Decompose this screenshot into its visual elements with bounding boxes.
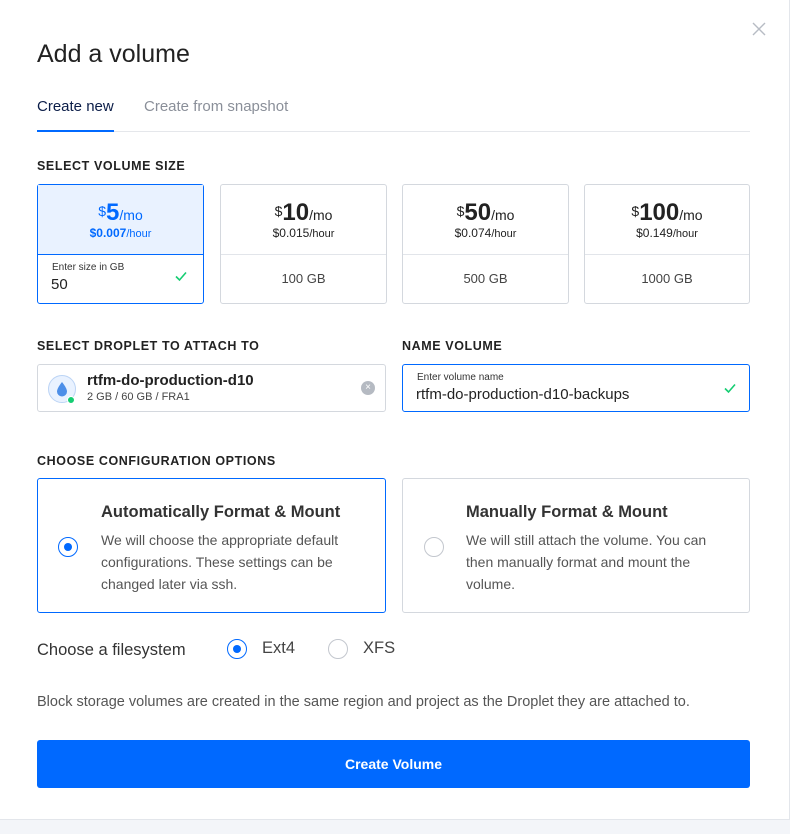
- size-input[interactable]: [51, 276, 171, 293]
- config-option-title: Manually Format & Mount: [466, 503, 668, 521]
- volume-name-field[interactable]: Enter volume name: [402, 364, 750, 412]
- config-option-description: We will still attach the volume. You can…: [466, 532, 707, 592]
- size-gb: 500 GB: [463, 271, 508, 286]
- background-page-edge: [790, 0, 800, 834]
- divider: [585, 254, 749, 255]
- radio-manual-format[interactable]: [424, 537, 444, 557]
- volume-name-input[interactable]: [416, 386, 706, 403]
- droplet-select[interactable]: rtfm-do-production-d10 2 GB / 60 GB / FR…: [37, 364, 386, 412]
- config-option-title: Automatically Format & Mount: [101, 503, 341, 521]
- hourly-price: $0.074/hour: [454, 226, 517, 240]
- tab-bar: Create new Create from snapshot: [37, 96, 750, 132]
- divider: [38, 254, 203, 255]
- create-volume-button[interactable]: Create Volume: [37, 740, 750, 788]
- size-gb: 100 GB: [281, 271, 326, 286]
- config-option-manual[interactable]: Manually Format & Mount We will still at…: [402, 478, 750, 613]
- config-option-description: We will choose the appropriate default c…: [101, 532, 339, 592]
- clear-icon[interactable]: ×: [361, 381, 375, 395]
- config-heading: CHOOSE CONFIGURATION OPTIONS: [37, 454, 276, 468]
- check-icon: [723, 381, 737, 395]
- hourly-price: $0.015/hour: [272, 226, 335, 240]
- config-option-auto[interactable]: Automatically Format & Mount We will cho…: [37, 478, 386, 613]
- hourly-price: $0.007/hour: [89, 226, 152, 240]
- droplet-name: rtfm-do-production-d10: [87, 372, 254, 389]
- droplet-heading: SELECT DROPLET TO ATTACH TO: [37, 339, 260, 353]
- volume-size-heading: SELECT VOLUME SIZE: [37, 159, 186, 173]
- divider: [403, 254, 568, 255]
- close-icon[interactable]: [750, 20, 768, 38]
- monthly-price: $10/mo: [274, 199, 333, 226]
- dialog-title: Add a volume: [37, 40, 190, 68]
- size-option-50[interactable]: $50/mo $0.074/hour 500 GB: [402, 184, 569, 304]
- add-volume-modal: Add a volume Create new Create from snap…: [0, 0, 790, 820]
- filesystem-option-ext4[interactable]: Ext4: [262, 639, 295, 658]
- size-option-10[interactable]: $10/mo $0.015/hour 100 GB: [220, 184, 387, 304]
- monthly-price: $5/mo: [98, 199, 143, 226]
- info-note: Block storage volumes are created in the…: [37, 694, 690, 710]
- filesystem-label: Choose a filesystem: [37, 641, 186, 659]
- radio-ext4[interactable]: [227, 639, 247, 659]
- check-icon: [174, 269, 188, 283]
- name-volume-heading: NAME VOLUME: [402, 339, 503, 353]
- size-gb: 1000 GB: [641, 271, 693, 286]
- radio-xfs[interactable]: [328, 639, 348, 659]
- status-online-icon: [67, 396, 75, 404]
- filesystem-option-xfs[interactable]: XFS: [363, 639, 395, 658]
- size-option-100[interactable]: $100/mo $0.149/hour 1000 GB: [584, 184, 750, 304]
- monthly-price: $50/mo: [456, 199, 515, 226]
- tab-create-from-snapshot[interactable]: Create from snapshot: [144, 96, 288, 132]
- hourly-price: $0.149/hour: [636, 226, 698, 240]
- radio-auto-format[interactable]: [58, 537, 78, 557]
- size-input-label: Enter size in GB: [52, 262, 125, 273]
- droplet-meta: 2 GB / 60 GB / FRA1: [87, 391, 190, 403]
- tab-create-new[interactable]: Create new: [37, 96, 114, 132]
- size-option-5[interactable]: $5/mo $0.007/hour Enter size in GB: [37, 184, 204, 304]
- volume-name-label: Enter volume name: [417, 372, 504, 383]
- monthly-price: $100/mo: [631, 199, 703, 226]
- divider: [221, 254, 386, 255]
